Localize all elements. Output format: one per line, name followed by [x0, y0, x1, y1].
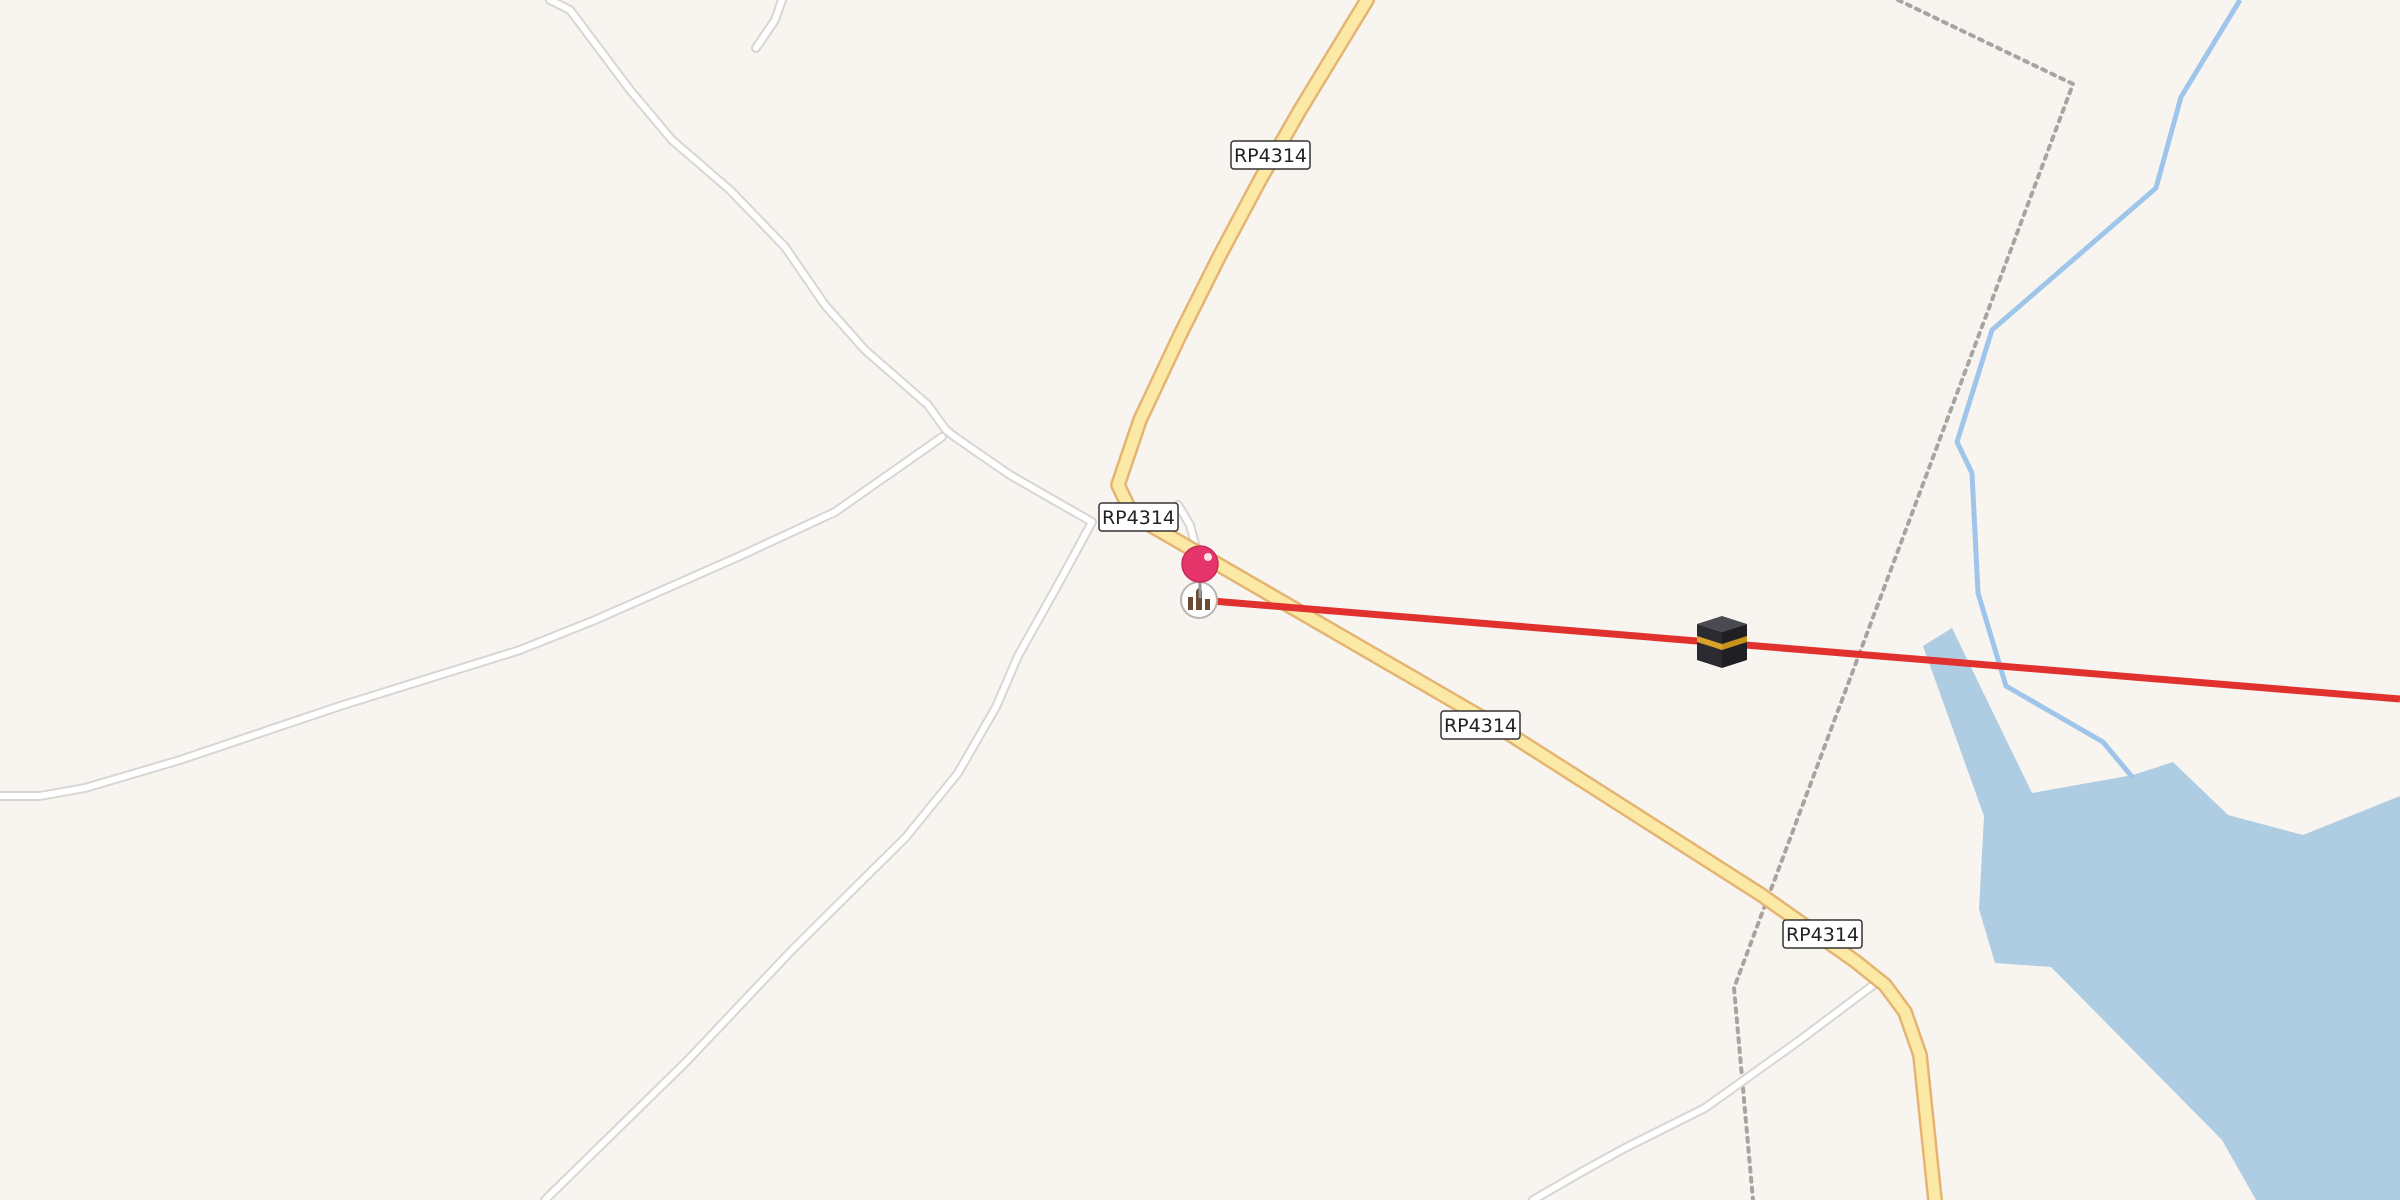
road-label: RP4314 — [1440, 710, 1521, 740]
road-label-text: RP4314 — [1102, 507, 1175, 529]
map-canvas[interactable]: RP4314 RP4314 RP4314 RP4314 — [0, 0, 2400, 1200]
road-label: RP4314 — [1098, 502, 1179, 532]
kaaba-icon[interactable] — [1697, 616, 1747, 668]
road-label-text: RP4314 — [1444, 715, 1517, 737]
road-label-text: RP4314 — [1786, 924, 1859, 946]
road-label: RP4314 — [1782, 919, 1863, 949]
road-label: RP4314 — [1230, 140, 1311, 170]
road-label-text: RP4314 — [1234, 145, 1307, 167]
